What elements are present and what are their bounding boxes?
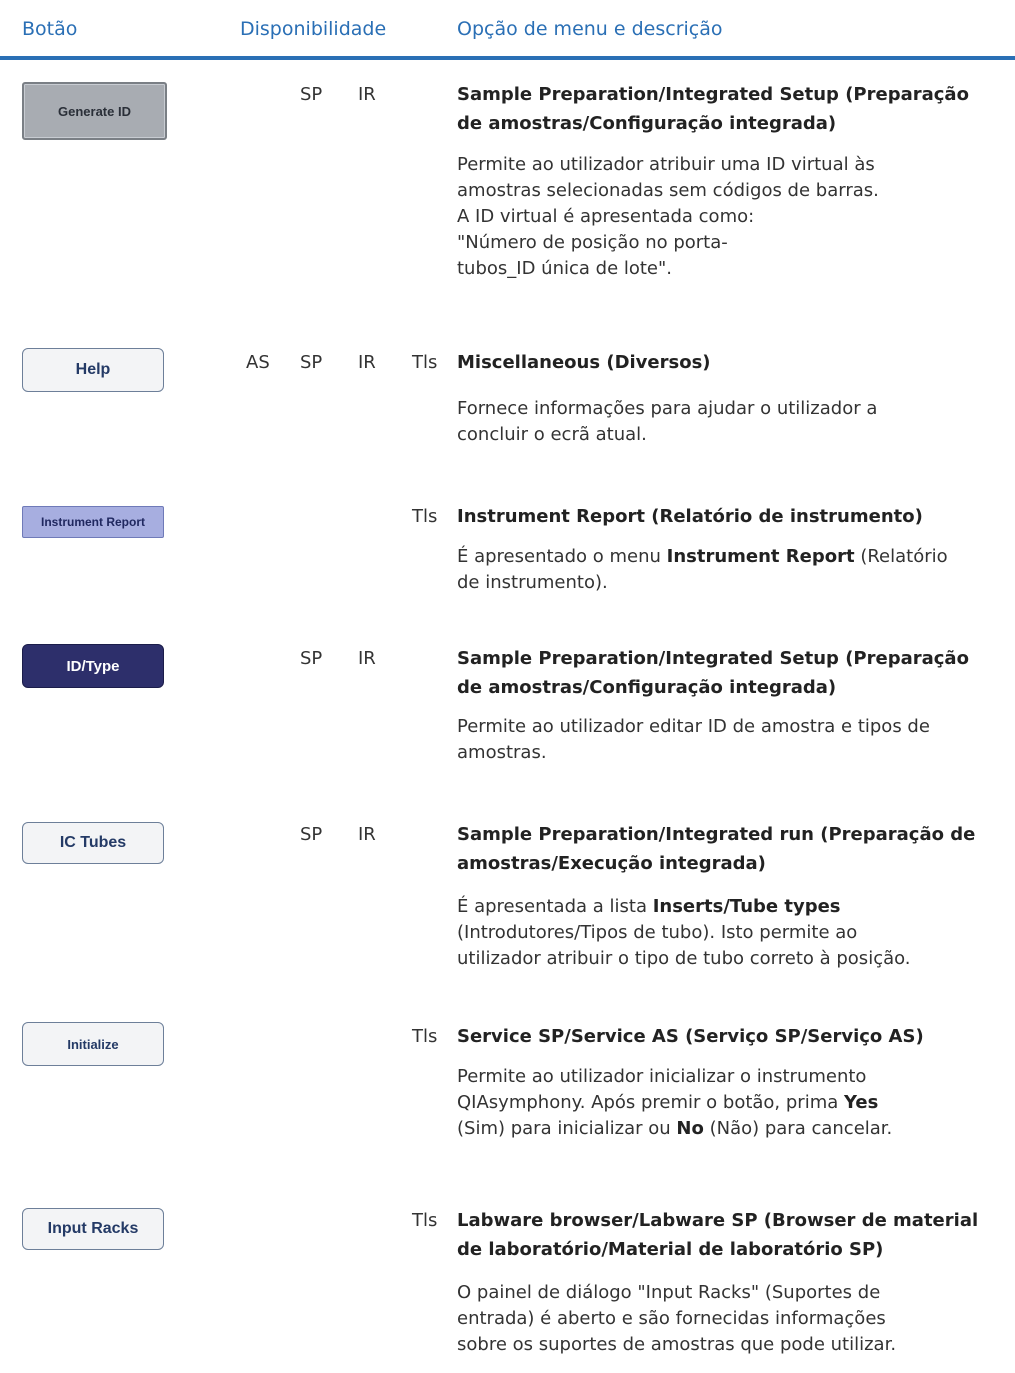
availability-sp: SP xyxy=(300,84,323,105)
availability-sp: SP xyxy=(300,648,323,669)
description-line: É apresentado o menu Instrument Report (… xyxy=(457,546,948,567)
description-line: A ID virtual é apresentada como: xyxy=(457,206,755,227)
description-line: utilizador atribuir o tipo de tubo corre… xyxy=(457,948,911,969)
column-header-menu-option: Opção de menu e descrição xyxy=(457,18,723,40)
description-line: Permite ao utilizador atribuir uma ID vi… xyxy=(457,154,875,175)
availability-tls: Tls xyxy=(412,1026,438,1047)
description-line: entrada) é aberto e são fornecidas infor… xyxy=(457,1308,886,1329)
description-line: "Número de posição no porta- xyxy=(457,232,728,253)
menu-option-title: Instrument Report (Relatório de instrume… xyxy=(457,506,923,527)
menu-option-description: O painel de diálogo "Input Racks" (Supor… xyxy=(457,1280,997,1358)
generate-id-button[interactable]: Generate ID xyxy=(22,82,167,140)
menu-option-description: Permite ao utilizador editar ID de amost… xyxy=(457,714,997,766)
availability-tls: Tls xyxy=(412,506,438,527)
description-line: Fornece informações para ajudar o utiliz… xyxy=(457,398,878,419)
column-header-button: Botão xyxy=(22,18,78,40)
description-line: (Introdutores/Tipos de tubo). Isto permi… xyxy=(457,922,858,943)
menu-option-description: Fornece informações para ajudar o utiliz… xyxy=(457,396,997,448)
description-line: de instrumento). xyxy=(457,572,608,593)
description-line: É apresentada a lista Inserts/Tube types xyxy=(457,896,841,917)
menu-option-title: Miscellaneous (Diversos) xyxy=(457,352,711,373)
menu-option-title: Sample Preparation/Integrated Setup (Pre… xyxy=(457,648,969,698)
description-line: sobre os suportes de amostras que pode u… xyxy=(457,1334,897,1355)
id-type-button[interactable]: ID/Type xyxy=(22,644,164,688)
menu-option-title: Sample Preparation/Integrated Setup (Pre… xyxy=(457,84,969,134)
availability-ir: IR xyxy=(358,84,376,105)
menu-option-description: É apresentado o menu Instrument Report (… xyxy=(457,544,997,596)
description-line: amostras selecionadas sem códigos de bar… xyxy=(457,180,879,201)
description-line: concluir o ecrã atual. xyxy=(457,424,647,445)
menu-option-title: Labware browser/Labware SP (Browser de m… xyxy=(457,1210,979,1260)
menu-option-description: Permite ao utilizador inicializar o inst… xyxy=(457,1064,997,1142)
description-line: Permite ao utilizador editar ID de amost… xyxy=(457,716,930,737)
availability-sp: SP xyxy=(300,352,323,373)
description-line: tubos_ID única de lote". xyxy=(457,258,673,279)
instrument-report-button[interactable]: Instrument Report xyxy=(22,506,164,538)
column-header-availability: Disponibilidade xyxy=(240,18,387,40)
menu-option-title: Sample Preparation/Integrated run (Prepa… xyxy=(457,824,976,874)
availability-sp: SP xyxy=(300,824,323,845)
availability-ir: IR xyxy=(358,648,376,669)
description-line: O painel de diálogo "Input Racks" (Supor… xyxy=(457,1282,881,1303)
availability-tls: Tls xyxy=(412,1210,438,1231)
help-button[interactable]: Help xyxy=(22,348,164,392)
menu-option-description: Permite ao utilizador atribuir uma ID vi… xyxy=(457,152,997,282)
input-racks-button[interactable]: Input Racks xyxy=(22,1208,164,1250)
availability-ir: IR xyxy=(358,352,376,373)
ic-tubes-button[interactable]: IC Tubes xyxy=(22,822,164,864)
availability-ir: IR xyxy=(358,824,376,845)
description-line: Permite ao utilizador inicializar o inst… xyxy=(457,1066,867,1087)
menu-option-title: Service SP/Service AS (Serviço SP/Serviç… xyxy=(457,1026,924,1047)
availability-tls: Tls xyxy=(412,352,438,373)
description-line: (Sim) para inicializar ou No (Não) para … xyxy=(457,1118,893,1139)
menu-option-description: É apresentada a lista Inserts/Tube types… xyxy=(457,894,997,972)
header-divider xyxy=(0,56,1015,60)
initialize-button[interactable]: Initialize xyxy=(22,1022,164,1066)
availability-as: AS xyxy=(246,352,270,373)
description-line: amostras. xyxy=(457,742,547,763)
description-line: QIAsymphony. Após premir o botão, prima … xyxy=(457,1092,879,1113)
